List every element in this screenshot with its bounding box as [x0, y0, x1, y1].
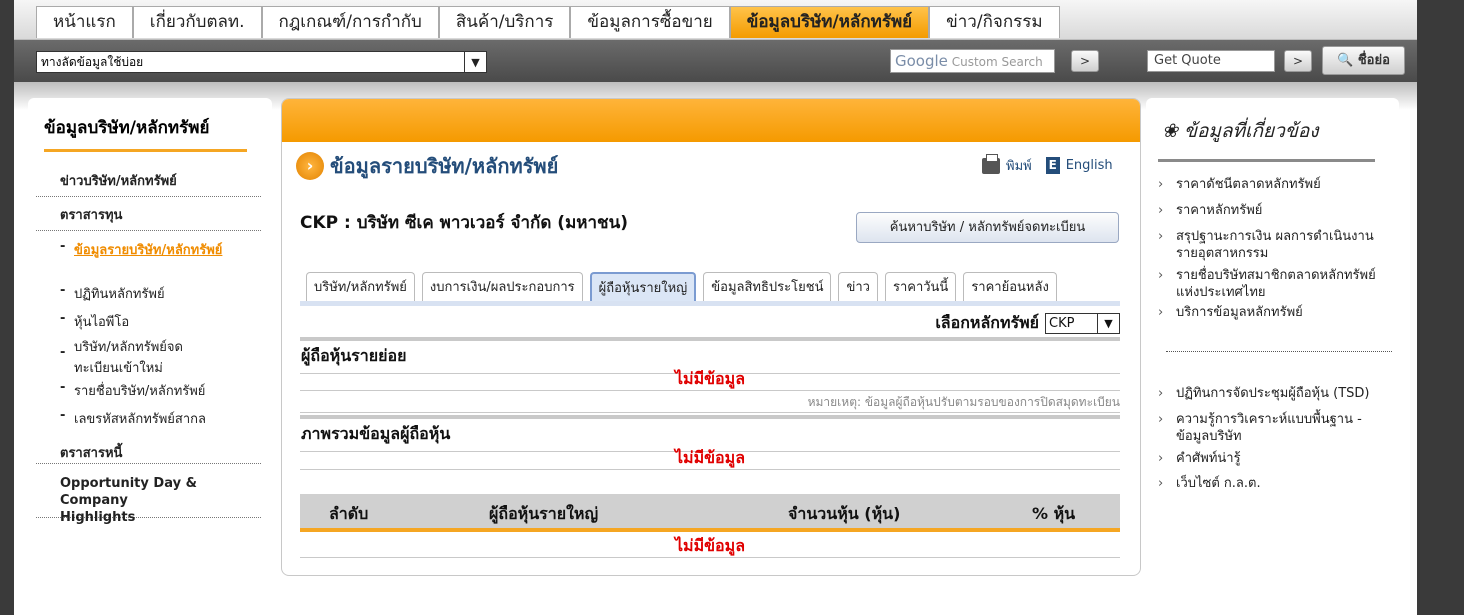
- security-select-value: CKP: [1049, 316, 1075, 331]
- nav-home[interactable]: หน้าแรก: [36, 6, 133, 38]
- chevron-down-icon[interactable]: ▼: [464, 52, 486, 72]
- sidebar-sub-calendar[interactable]: - ปฏิทินหลักทรัพย์: [60, 283, 250, 304]
- sidebar-title-underline: [44, 149, 247, 152]
- related-link[interactable]: บริการข้อมูลหลักทรัพย์: [1156, 304, 1396, 321]
- english-icon[interactable]: E: [1045, 157, 1060, 174]
- sidebar-sub-isin[interactable]: - เลขรหัสหลักทรัพย์สากล: [60, 408, 250, 429]
- no-data-message: ไม่มีข้อมูล: [300, 534, 1120, 558]
- column-shareholder: ผู้ถือหุ้นรายใหญ่: [489, 504, 599, 523]
- top-navigation-bar: หน้าแรก เกี่ยวกับตลท. กฎเกณฑ์/การกำกับ ส…: [14, 0, 1417, 40]
- related-link[interactable]: ราคาดัชนีตลาดหลักทรัพย์: [1156, 176, 1396, 193]
- right-sidebar: ❀ ข้อมูลที่เกี่ยวข้อง ราคาดัชนีตลาดหลักท…: [1146, 98, 1399, 528]
- sidebar-sub-label: ปฏิทินหลักทรัพย์: [74, 287, 165, 302]
- sidebar-sub-label: เลขรหัสหลักทรัพย์สากล: [74, 412, 206, 427]
- search-icon: 🔍: [1337, 53, 1354, 68]
- sidebar-sub-label: ข้อมูลรายบริษัท/หลักทรัพย์: [74, 243, 223, 258]
- column-shares: จำนวนหุ้น (หุ้น): [788, 504, 901, 523]
- arrow-circle-icon: ›: [296, 152, 324, 180]
- page-heading: › ข้อมูลรายบริษัท/หลักทรัพย์: [296, 150, 558, 182]
- security-select[interactable]: CKP ▼: [1045, 313, 1120, 334]
- top-nav: หน้าแรก เกี่ยวกับตลท. กฎเกณฑ์/การกำกับ ส…: [36, 6, 1060, 38]
- printer-icon[interactable]: [982, 153, 1000, 174]
- tab-benefits[interactable]: ข้อมูลสิทธิประโยชน์: [703, 272, 832, 302]
- page-title: ข้อมูลรายบริษัท/หลักทรัพย์: [330, 154, 559, 178]
- nav-news[interactable]: ข่าว/กิจกรรม: [929, 6, 1060, 38]
- sidebar-sub-company-info[interactable]: - ข้อมูลรายบริษัท/หลักทรัพย์: [60, 239, 250, 260]
- toolbar: ทางลัดข้อมูลใช้บ่อย ▼ Google Custom Sear…: [14, 40, 1417, 82]
- related-link[interactable]: คำศัพท์น่ารู้: [1156, 450, 1396, 467]
- google-search-go-button[interactable]: >: [1071, 50, 1099, 72]
- major-shareholders-table-header: ลำดับ ผู้ถือหุ้นรายใหญ่ จำนวนหุ้น (หุ้น)…: [300, 494, 1120, 532]
- related-link[interactable]: ปฏิทินการจัดประชุมผู้ถือหุ้น (TSD): [1156, 385, 1396, 402]
- sidebar-item-debt[interactable]: ตราสารหนี้: [36, 434, 261, 464]
- sidebar-item-news[interactable]: ข่าวบริษัท/หลักทรัพย์: [36, 170, 261, 197]
- related-info-title: ❀ ข้อมูลที่เกี่ยวข้อง: [1162, 116, 1319, 146]
- related-link[interactable]: ราคาหลักทรัพย์: [1156, 202, 1396, 219]
- shareholder-note: หมายเหตุ: ข้อมูลผู้ถือหุ้นปรับตามรอบของก…: [300, 391, 1120, 413]
- company-name: CKP : บริษัท ซีเค พาวเวอร์ จำกัด (มหาชน): [300, 213, 628, 233]
- column-percent: % หุ้น: [1032, 504, 1076, 523]
- nav-products[interactable]: สินค้า/บริการ: [438, 6, 571, 38]
- shortcut-select-value: ทางลัดข้อมูลใช้บ่อย: [41, 54, 144, 69]
- sidebar-item-label: ตราสารหนี้: [60, 446, 123, 461]
- sidebar-item-opportunity-day[interactable]: Opportunity Day & Company Highlights: [36, 475, 261, 525]
- related-link[interactable]: ความรู้การวิเคราะห์แบบพื้นฐาน - ข้อมูลบร…: [1156, 411, 1396, 445]
- tab-underline: [300, 301, 1120, 306]
- tab-bar: บริษัท/หลักทรัพย์ งบการเงิน/ผลประกอบการ …: [306, 272, 1064, 302]
- related-info-title-text: ข้อมูลที่เกี่ยวข้อง: [1183, 120, 1319, 142]
- google-logo: Google: [895, 52, 948, 70]
- print-link[interactable]: พิมพ์: [1006, 155, 1032, 176]
- related-link[interactable]: สรุปฐานะการเงิน ผลการดำเนินงาน รายอุตสาห…: [1156, 228, 1396, 262]
- english-link[interactable]: English: [1066, 158, 1113, 173]
- tab-financials[interactable]: งบการเงิน/ผลประกอบการ: [421, 272, 583, 302]
- left-sidebar: ข้อมูลบริษัท/หลักทรัพย์ ข่าวบริษัท/หลักท…: [28, 98, 272, 528]
- shortcut-select[interactable]: ทางลัดข้อมูลใช้บ่อย ▼: [36, 51, 487, 73]
- sidebar-title: ข้อมูลบริษัท/หลักทรัพย์: [44, 118, 210, 138]
- divider: [1166, 351, 1392, 352]
- page: หน้าแรก เกี่ยวกับตลท. กฎเกณฑ์/การกำกับ ส…: [14, 0, 1417, 615]
- chevron-down-icon[interactable]: ▼: [1097, 314, 1119, 333]
- pin-icon: ❀: [1162, 120, 1178, 142]
- get-quote-go-button[interactable]: >: [1284, 50, 1312, 72]
- google-search-placeholder: Custom Search: [951, 55, 1043, 69]
- google-search-input[interactable]: Google Custom Search: [890, 49, 1055, 73]
- sidebar-sub-company-list[interactable]: - รายชื่อบริษัท/หลักทรัพย์: [60, 380, 250, 401]
- related-link[interactable]: รายชื่อบริษัทสมาชิกตลาดหลักทรัพย์แห่งประ…: [1156, 267, 1396, 301]
- tab-major-shareholders[interactable]: ผู้ถือหุ้นรายใหญ่: [589, 272, 697, 302]
- sidebar-sub-label: หุ้นไอพีโอ: [74, 315, 130, 330]
- tab-news[interactable]: ข่าว: [838, 272, 878, 302]
- tab-company[interactable]: บริษัท/หลักทรัพย์: [306, 272, 415, 302]
- nav-rules[interactable]: กฎเกณฑ์/การกำกับ: [261, 6, 439, 38]
- nav-trading[interactable]: ข้อมูลการซื้อขาย: [570, 6, 730, 38]
- page-actions: พิมพ์ E English: [982, 153, 1113, 176]
- arrow-right-icon: >: [1292, 54, 1304, 68]
- tab-historical-price[interactable]: ราคาย้อนหลัง: [963, 272, 1057, 302]
- sidebar-item-label: ตราสารทุน: [60, 208, 123, 223]
- sidebar-sub-label: บริษัท/หลักทรัพย์จดทะเบียนเข้าใหม่: [74, 340, 183, 376]
- related-link[interactable]: เว็บไซต์ ก.ล.ต.: [1156, 475, 1396, 492]
- nav-company-info[interactable]: ข้อมูลบริษัท/หลักทรัพย์: [729, 6, 930, 38]
- sidebar-item-label: ข่าวบริษัท/หลักทรัพย์: [60, 174, 177, 189]
- arrow-right-icon: >: [1079, 54, 1091, 68]
- nav-about[interactable]: เกี่ยวกับตลท.: [132, 6, 262, 38]
- security-select-label: เลือกหลักทรัพย์: [935, 313, 1039, 332]
- no-data-message: ไม่มีข้อมูล: [300, 367, 1120, 391]
- symbol-search-label: ชื่อย่อ: [1357, 53, 1390, 68]
- sidebar-sub-label: รายชื่อบริษัท/หลักทรัพย์: [74, 384, 206, 399]
- no-data-message: ไม่มีข้อมูล: [300, 446, 1120, 470]
- symbol-search-button[interactable]: 🔍 ชื่อย่อ: [1322, 46, 1405, 75]
- tab-today-price[interactable]: ราคาวันนี้: [884, 272, 957, 302]
- get-quote-input[interactable]: Get Quote: [1147, 50, 1275, 72]
- related-info-underline: [1158, 159, 1375, 162]
- security-select-row: เลือกหลักทรัพย์ CKP ▼: [935, 311, 1120, 336]
- sidebar-sub-ipo[interactable]: - หุ้นไอพีโอ: [60, 311, 250, 332]
- sidebar-sub-new-listings[interactable]: - บริษัท/หลักทรัพย์จดทะเบียนเข้าใหม่: [60, 336, 220, 378]
- column-rank: ลำดับ: [329, 504, 369, 523]
- sidebar-item-equity[interactable]: ตราสารทุน: [36, 204, 261, 231]
- sidebar-item-label: Opportunity Day & Company Highlights: [60, 476, 197, 525]
- main-panel: › ข้อมูลรายบริษัท/หลักทรัพย์ พิมพ์ E Eng…: [281, 98, 1141, 576]
- find-company-button[interactable]: ค้นหาบริษัท / หลักทรัพย์จดทะเบียน: [856, 212, 1119, 243]
- main-header-bar: [282, 99, 1140, 142]
